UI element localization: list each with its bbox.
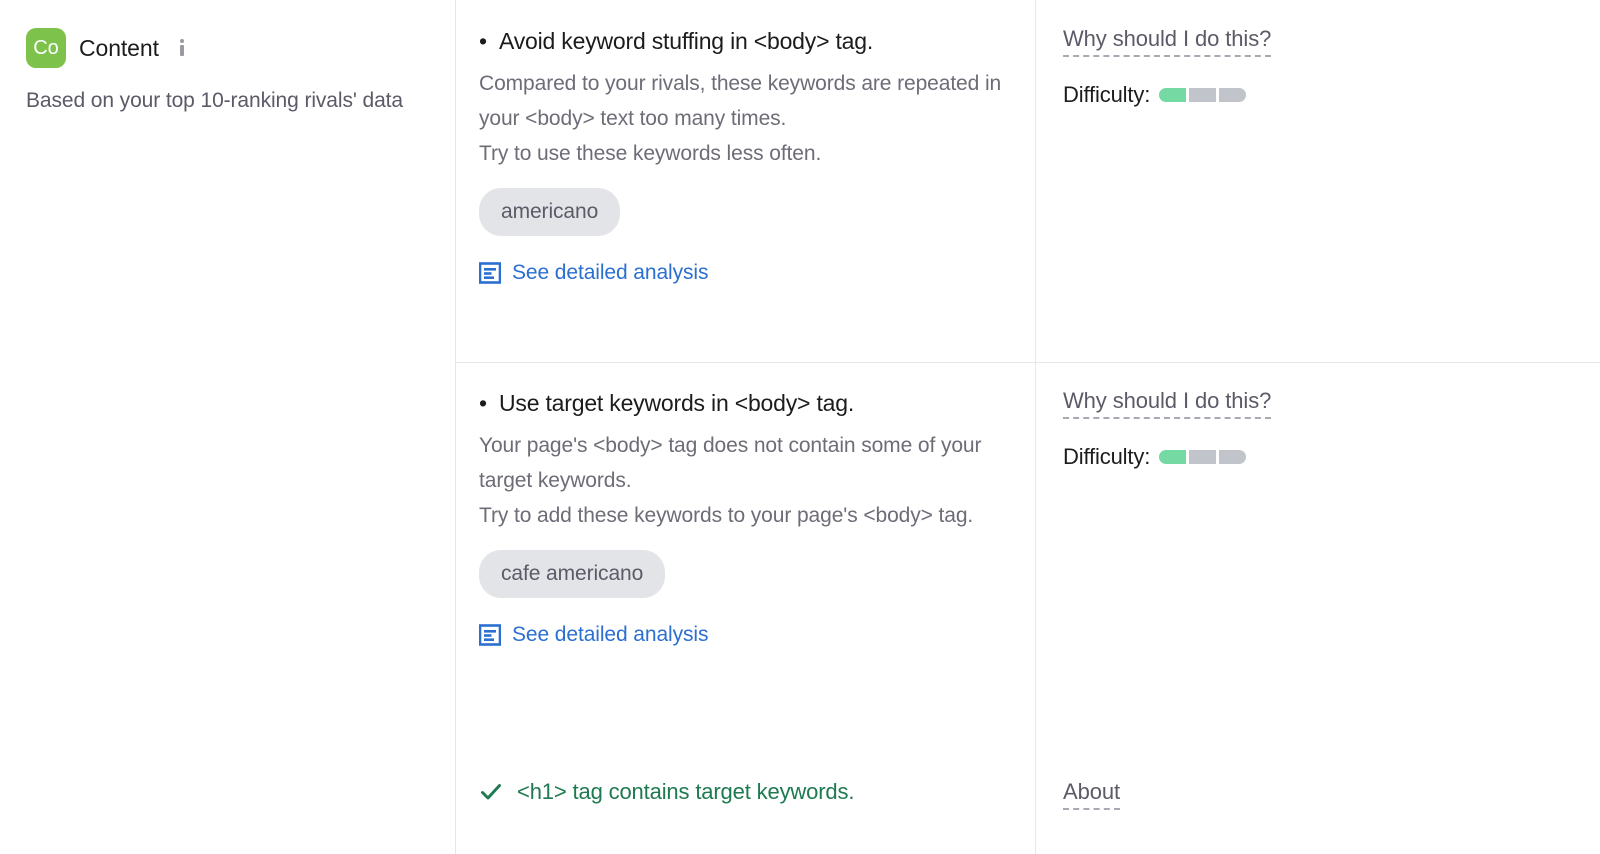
issue-cell: •Avoid keyword stuffing in <body> tag. C…: [456, 0, 1035, 362]
left-summary-panel: Co Content Based on your top 10-ranking …: [0, 0, 455, 854]
about-link[interactable]: About: [1063, 779, 1120, 810]
success-cell: <h1> tag contains target keywords.: [456, 727, 1035, 854]
issue-description-line2: Try to use these keywords less often.: [479, 142, 821, 165]
document-list-icon: [479, 262, 501, 284]
keyword-chip[interactable]: cafe americano: [479, 550, 665, 598]
issue-description-line2: Try to add these keywords to your page's…: [479, 504, 973, 527]
success-item: <h1> tag contains target keywords.: [479, 753, 1005, 805]
difficulty-segment: [1159, 450, 1186, 464]
why-should-i-do-this-link[interactable]: Why should I do this?: [1063, 388, 1271, 419]
content-audit-panel: Co Content Based on your top 10-ranking …: [0, 0, 1600, 854]
table-row: <h1> tag contains target keywords. About: [456, 727, 1600, 854]
table-row: •Use target keywords in <body> tag. Your…: [456, 362, 1600, 727]
difficulty-segment: [1189, 450, 1216, 464]
issue-description: Your page's <body> tag does not contain …: [479, 428, 1005, 533]
keyword-chip-list: cafe americano: [479, 550, 1005, 598]
see-detailed-analysis-label: See detailed analysis: [512, 623, 708, 647]
issue-side-cell: Why should I do this? Difficulty:: [1035, 362, 1600, 727]
success-side-cell: About: [1035, 727, 1600, 854]
see-detailed-analysis-label: See detailed analysis: [512, 261, 708, 285]
difficulty-segment: [1189, 88, 1216, 102]
difficulty-segment: [1219, 88, 1246, 102]
panel-subtitle: Based on your top 10-ranking rivals' dat…: [26, 84, 406, 117]
keyword-chip[interactable]: americano: [479, 188, 620, 236]
difficulty-segment: [1219, 450, 1246, 464]
see-detailed-analysis-link[interactable]: See detailed analysis: [479, 261, 708, 285]
difficulty-meter: [1159, 88, 1246, 102]
difficulty-label: Difficulty:: [1063, 82, 1150, 108]
table-row: •Avoid keyword stuffing in <body> tag. C…: [456, 0, 1600, 362]
difficulty-row: Difficulty:: [1063, 444, 1600, 470]
see-detailed-analysis-link[interactable]: See detailed analysis: [479, 623, 708, 647]
issue-title-text: Use target keywords in <body> tag.: [499, 390, 854, 416]
why-should-i-do-this-link[interactable]: Why should I do this?: [1063, 26, 1271, 57]
issue-cell: •Use target keywords in <body> tag. Your…: [456, 362, 1035, 727]
issue-rows: •Avoid keyword stuffing in <body> tag. C…: [456, 0, 1600, 854]
issue-description-line1: Your page's <body> tag does not contain …: [479, 434, 981, 492]
issue-title: •Use target keywords in <body> tag.: [479, 388, 1005, 418]
info-icon[interactable]: [176, 38, 190, 58]
panel-header: Co Content: [26, 28, 429, 68]
difficulty-meter: [1159, 450, 1246, 464]
page-title: Content: [79, 35, 159, 62]
issue-side-cell: Why should I do this? Difficulty:: [1035, 0, 1600, 362]
issue-title: •Avoid keyword stuffing in <body> tag.: [479, 26, 1005, 56]
content-badge: Co: [26, 28, 66, 68]
difficulty-label: Difficulty:: [1063, 444, 1150, 470]
success-title: <h1> tag contains target keywords.: [517, 779, 854, 805]
check-icon: [479, 780, 503, 804]
keyword-chip-list: americano: [479, 188, 1005, 236]
bullet-marker: •: [479, 388, 499, 418]
document-list-icon: [479, 624, 501, 646]
issue-title-text: Avoid keyword stuffing in <body> tag.: [499, 28, 873, 54]
issue-description-line1: Compared to your rivals, these keywords …: [479, 72, 1001, 130]
difficulty-row: Difficulty:: [1063, 82, 1600, 108]
difficulty-segment: [1159, 88, 1186, 102]
bullet-marker: •: [479, 26, 499, 56]
issue-description: Compared to your rivals, these keywords …: [479, 66, 1005, 171]
